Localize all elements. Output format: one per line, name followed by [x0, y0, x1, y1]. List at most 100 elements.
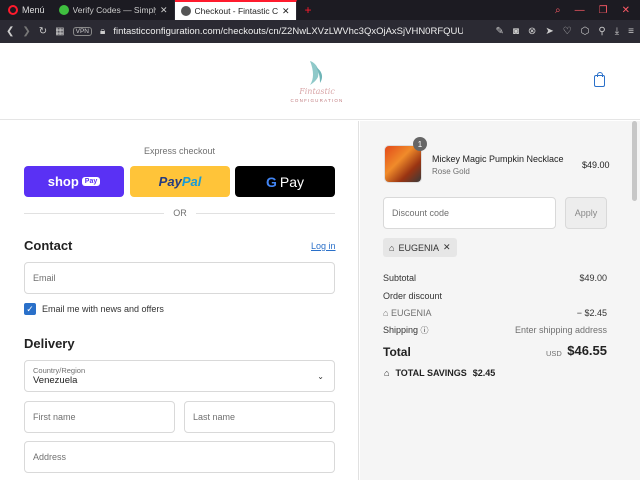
shipping-value: Enter shipping address	[514, 325, 607, 335]
paypal-button[interactable]: Pay Pal	[130, 166, 230, 197]
edit-icon[interactable]: ✎	[495, 26, 503, 37]
subtotal-label: Subtotal	[383, 273, 417, 283]
cart-bag-icon[interactable]	[594, 72, 605, 87]
last-name-field[interactable]: Last name	[184, 401, 335, 433]
discount-placeholder: Discount code	[392, 208, 450, 218]
tab-label: Checkout - Fintastic Configuration	[194, 6, 278, 16]
page-scrollbar[interactable]	[632, 121, 637, 201]
applied-code-chip: ⌂ EUGENIA ✕	[383, 238, 457, 257]
close-tab-icon[interactable]: ✕	[160, 5, 168, 16]
country-value: Venezuela	[33, 375, 78, 386]
email-news-row[interactable]: ✓ Email me with news and offers	[24, 303, 164, 315]
minimize-icon[interactable]: —	[575, 5, 585, 16]
browser-menu-button[interactable]: Menú	[0, 0, 53, 20]
browser-tab-bar: Menú Verify Codes — SimplyCodes ✕ Checko…	[0, 0, 640, 20]
help-circle-icon[interactable]: ⓘ	[421, 326, 429, 335]
remove-code-icon[interactable]: ✕	[443, 242, 451, 253]
email-news-checkbox[interactable]: ✓	[24, 303, 36, 315]
total-savings-row: ⌂ TOTAL SAVINGS $2.45	[384, 368, 495, 378]
paypal-part1: Pay	[158, 174, 182, 189]
delivery-title: Delivery	[24, 336, 75, 351]
tag-icon: ⌂	[384, 368, 390, 378]
maximize-icon[interactable]: ❐	[599, 5, 608, 16]
total-currency: USD	[546, 349, 562, 358]
discount-code-row: ⌂ EUGENIA	[383, 308, 431, 318]
browser-menu-label: Menú	[22, 5, 45, 15]
bird-logo-icon	[310, 61, 323, 85]
url-field[interactable]: fintasticconfiguration.com/checkouts/cn/…	[113, 26, 463, 37]
first-name-placeholder: First name	[33, 412, 76, 422]
product-price: $49.00	[582, 160, 610, 170]
download-icon[interactable]: ⤓	[615, 26, 619, 37]
check-icon	[58, 5, 69, 15]
google-pay-button[interactable]: G Pay	[235, 166, 335, 197]
menu-icon[interactable]: ≡	[628, 26, 634, 37]
order-discount-label: Order discount	[383, 291, 443, 301]
browser-address-bar: ❮ ❯ ↻ ▦ VPN 🔒︎ fintasticconfiguration.co…	[0, 20, 640, 43]
savings-label: TOTAL SAVINGS	[395, 368, 467, 378]
tab-label: Verify Codes — SimplyCodes	[72, 5, 156, 15]
speed-dial-icon[interactable]: ▦	[55, 26, 64, 37]
apply-button[interactable]: Apply	[565, 197, 607, 229]
logo-word: Fintastic	[299, 87, 335, 96]
shipping-label-row: Shipping ⓘ	[383, 325, 429, 336]
total-label: Total	[383, 345, 411, 359]
heart-icon[interactable]: ♡	[563, 26, 572, 37]
address-field[interactable]: Address	[24, 441, 335, 473]
subtotal-value: $49.00	[579, 273, 607, 283]
applied-code: EUGENIA	[398, 242, 439, 253]
window-controls: ⌕ — ❐ ✕	[555, 5, 640, 16]
tab-verify-codes[interactable]: Verify Codes — SimplyCodes ✕	[53, 0, 175, 20]
country-select[interactable]: Country/Region Venezuela ⌄	[24, 360, 335, 392]
product-name: Mickey Magic Pumpkin Necklace	[432, 154, 564, 164]
checkout-page: Fintastic CONFIGURATION Express checkout…	[0, 43, 640, 480]
block-icon[interactable]: ⊗	[528, 26, 536, 37]
express-checkout-label: Express checkout	[143, 146, 216, 156]
country-label: Country/Region	[33, 366, 86, 375]
forward-icon[interactable]: ❯	[22, 26, 30, 37]
last-name-placeholder: Last name	[193, 412, 236, 422]
quantity-badge: 1	[413, 137, 427, 151]
camera-icon[interactable]: ◙	[513, 26, 519, 37]
close-window-icon[interactable]: ✕	[622, 5, 630, 16]
lock-icon: 🔒︎	[100, 26, 106, 37]
tag-icon: ⌂	[383, 308, 391, 318]
login-link[interactable]: Log in	[311, 241, 336, 251]
or-label: OR	[164, 208, 196, 218]
email-field[interactable]: Email	[24, 262, 335, 294]
tab-checkout[interactable]: Checkout - Fintastic Configuration ✕	[174, 0, 297, 20]
savings-value: $2.45	[472, 368, 496, 378]
back-icon[interactable]: ❮	[6, 26, 14, 37]
total-value: $46.55	[567, 343, 607, 358]
shop-pay-pill: Pay	[81, 177, 101, 186]
vpn-badge[interactable]: VPN	[72, 27, 92, 36]
shopify-icon	[180, 6, 191, 16]
cube-icon[interactable]: ⬡	[581, 26, 590, 37]
google-pay-label: Pay	[279, 173, 304, 190]
product-thumbnail	[384, 145, 422, 183]
store-header: Fintastic CONFIGURATION	[0, 43, 640, 120]
shop-pay-button[interactable]: shop Pay	[24, 166, 124, 197]
store-logo[interactable]: Fintastic CONFIGURATION	[280, 57, 354, 107]
shipping-label: Shipping	[383, 325, 419, 335]
address-placeholder: Address	[33, 452, 67, 462]
contact-title: Contact	[24, 238, 73, 253]
email-placeholder: Email	[33, 273, 56, 283]
tag-icon: ⌂	[389, 242, 395, 253]
first-name-field[interactable]: First name	[24, 401, 175, 433]
shop-pay-shop: shop	[47, 174, 79, 189]
send-icon[interactable]: ➤	[545, 26, 553, 37]
opera-logo-icon	[8, 5, 18, 15]
paypal-part2: Pal	[181, 174, 202, 189]
search-tabs-icon[interactable]: ⌕	[555, 5, 561, 16]
chevron-down-icon: ⌄	[317, 372, 324, 381]
product-variant: Rose Gold	[432, 167, 470, 176]
profile-icon[interactable]: ⚲	[598, 26, 605, 37]
close-tab-icon[interactable]: ✕	[282, 6, 290, 17]
discount-code-input[interactable]: Discount code	[383, 197, 556, 229]
discount-value: − $2.45	[576, 308, 607, 318]
logo-subtitle: CONFIGURATION	[290, 98, 344, 103]
reload-icon[interactable]: ↻	[39, 26, 47, 37]
new-tab-button[interactable]: +	[297, 3, 320, 17]
address-bar-actions: ✎ ◙ ⊗ ➤ ♡ ⬡ ⚲ ⤓ ≡	[495, 26, 634, 37]
